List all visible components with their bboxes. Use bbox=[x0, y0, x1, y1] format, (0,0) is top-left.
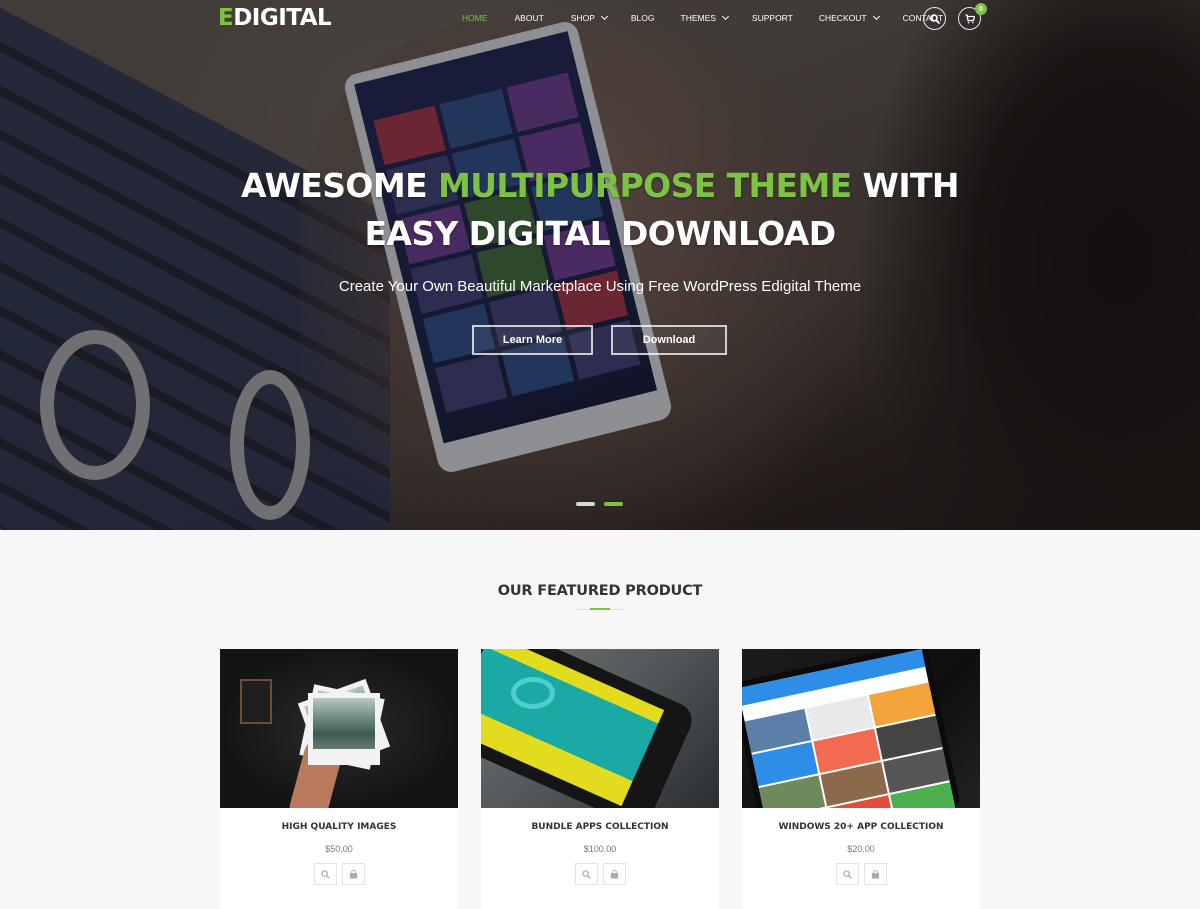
hero-title-highlight: MULTIPURPOSE THEME bbox=[437, 166, 852, 205]
nav-item-label: SUPPORT bbox=[751, 13, 793, 23]
product-name[interactable]: WINDOWS 20+ APP COLLECTION bbox=[742, 822, 980, 832]
shopping-bag-icon bbox=[349, 869, 357, 879]
quick-view-button[interactable] bbox=[313, 863, 337, 885]
nav-item-blog[interactable]: BLOG bbox=[631, 13, 655, 23]
product-card: HIGH QUALITY IMAGES $50.00 bbox=[220, 649, 458, 909]
add-to-cart-button[interactable] bbox=[863, 863, 887, 885]
download-button[interactable]: Download bbox=[611, 325, 727, 355]
nav-item-label: THEMES bbox=[680, 13, 716, 23]
search-icon bbox=[581, 869, 591, 879]
hero-overlay bbox=[0, 0, 1200, 530]
site-logo[interactable]: EDIGITAL bbox=[218, 5, 332, 31]
nav-item-checkout[interactable]: CHECKOUT bbox=[818, 12, 880, 23]
search-icon bbox=[929, 13, 940, 24]
wall-frame-image bbox=[240, 679, 272, 724]
header-nav: EDIGITAL HOME ABOUT SHOP BLOG THEMES SUP… bbox=[0, 0, 1200, 38]
nav-item-home[interactable]: HOME bbox=[462, 13, 488, 23]
nav-item-label: CHECKOUT bbox=[818, 13, 867, 23]
quick-view-button[interactable] bbox=[835, 863, 859, 885]
cart-count-badge: 0 bbox=[975, 3, 987, 15]
product-price: $20.00 bbox=[847, 844, 875, 854]
slider-dot-2-active[interactable] bbox=[604, 502, 623, 506]
search-button[interactable] bbox=[923, 7, 946, 30]
quick-view-button[interactable] bbox=[574, 863, 598, 885]
product-name[interactable]: BUNDLE APPS COLLECTION bbox=[481, 822, 719, 832]
product-image[interactable] bbox=[742, 649, 980, 808]
learn-more-button[interactable]: Learn More bbox=[472, 325, 593, 355]
nav-item-about[interactable]: ABOUT bbox=[515, 13, 544, 23]
section-divider-accent bbox=[590, 608, 610, 610]
chevron-down-icon bbox=[600, 12, 608, 21]
hero-subtitle: Create Your Own Beautiful Marketplace Us… bbox=[338, 278, 862, 295]
nav-item-label: BLOG bbox=[630, 13, 655, 23]
tablet-image bbox=[742, 649, 962, 808]
search-icon bbox=[842, 869, 852, 879]
product-name[interactable]: HIGH QUALITY IMAGES bbox=[220, 822, 458, 832]
add-to-cart-button[interactable] bbox=[602, 863, 626, 885]
cart-icon bbox=[965, 13, 975, 23]
shopping-bag-icon bbox=[871, 869, 879, 879]
search-icon bbox=[320, 869, 330, 879]
hero-title-text: WITH bbox=[862, 166, 960, 205]
logo-accent-letter: E bbox=[218, 5, 234, 31]
polaroid-image bbox=[308, 693, 380, 765]
product-price: $100.00 bbox=[583, 844, 617, 854]
ring-chart-graphic bbox=[511, 677, 555, 709]
shopping-bag-icon bbox=[610, 869, 618, 879]
hero-title-line1: AWESOME MULTIPURPOSE THEME WITH bbox=[0, 166, 1200, 205]
hero-slider bbox=[0, 0, 1200, 530]
hero-title-line2: EASY DIGITAL DOWNLOAD bbox=[364, 214, 836, 253]
product-card: WINDOWS 20+ APP COLLECTION $20.00 bbox=[742, 649, 980, 909]
nav-item-shop[interactable]: SHOP bbox=[570, 12, 608, 23]
slider-dot-1[interactable] bbox=[576, 502, 595, 506]
product-image[interactable] bbox=[220, 649, 458, 808]
section-title: OUR FEATURED PRODUCT bbox=[497, 583, 703, 599]
add-to-cart-button[interactable] bbox=[341, 863, 365, 885]
hero-title-text: AWESOME bbox=[241, 166, 428, 205]
chevron-down-icon bbox=[721, 12, 729, 21]
product-image[interactable] bbox=[481, 649, 719, 808]
nav-item-label: HOME bbox=[462, 13, 488, 23]
product-price: $50.00 bbox=[325, 844, 353, 854]
nav-item-label: ABOUT bbox=[514, 13, 544, 23]
main-menu: HOME ABOUT SHOP BLOG THEMES SUPPORT CHEC… bbox=[462, 12, 943, 23]
nav-item-label: SHOP bbox=[570, 13, 595, 23]
nav-item-themes[interactable]: THEMES bbox=[680, 12, 729, 23]
product-card: BUNDLE APPS COLLECTION $100.00 bbox=[481, 649, 719, 909]
logo-text: DIGITAL bbox=[233, 5, 332, 31]
nav-item-support[interactable]: SUPPORT bbox=[752, 13, 793, 23]
chevron-down-icon bbox=[872, 12, 880, 21]
